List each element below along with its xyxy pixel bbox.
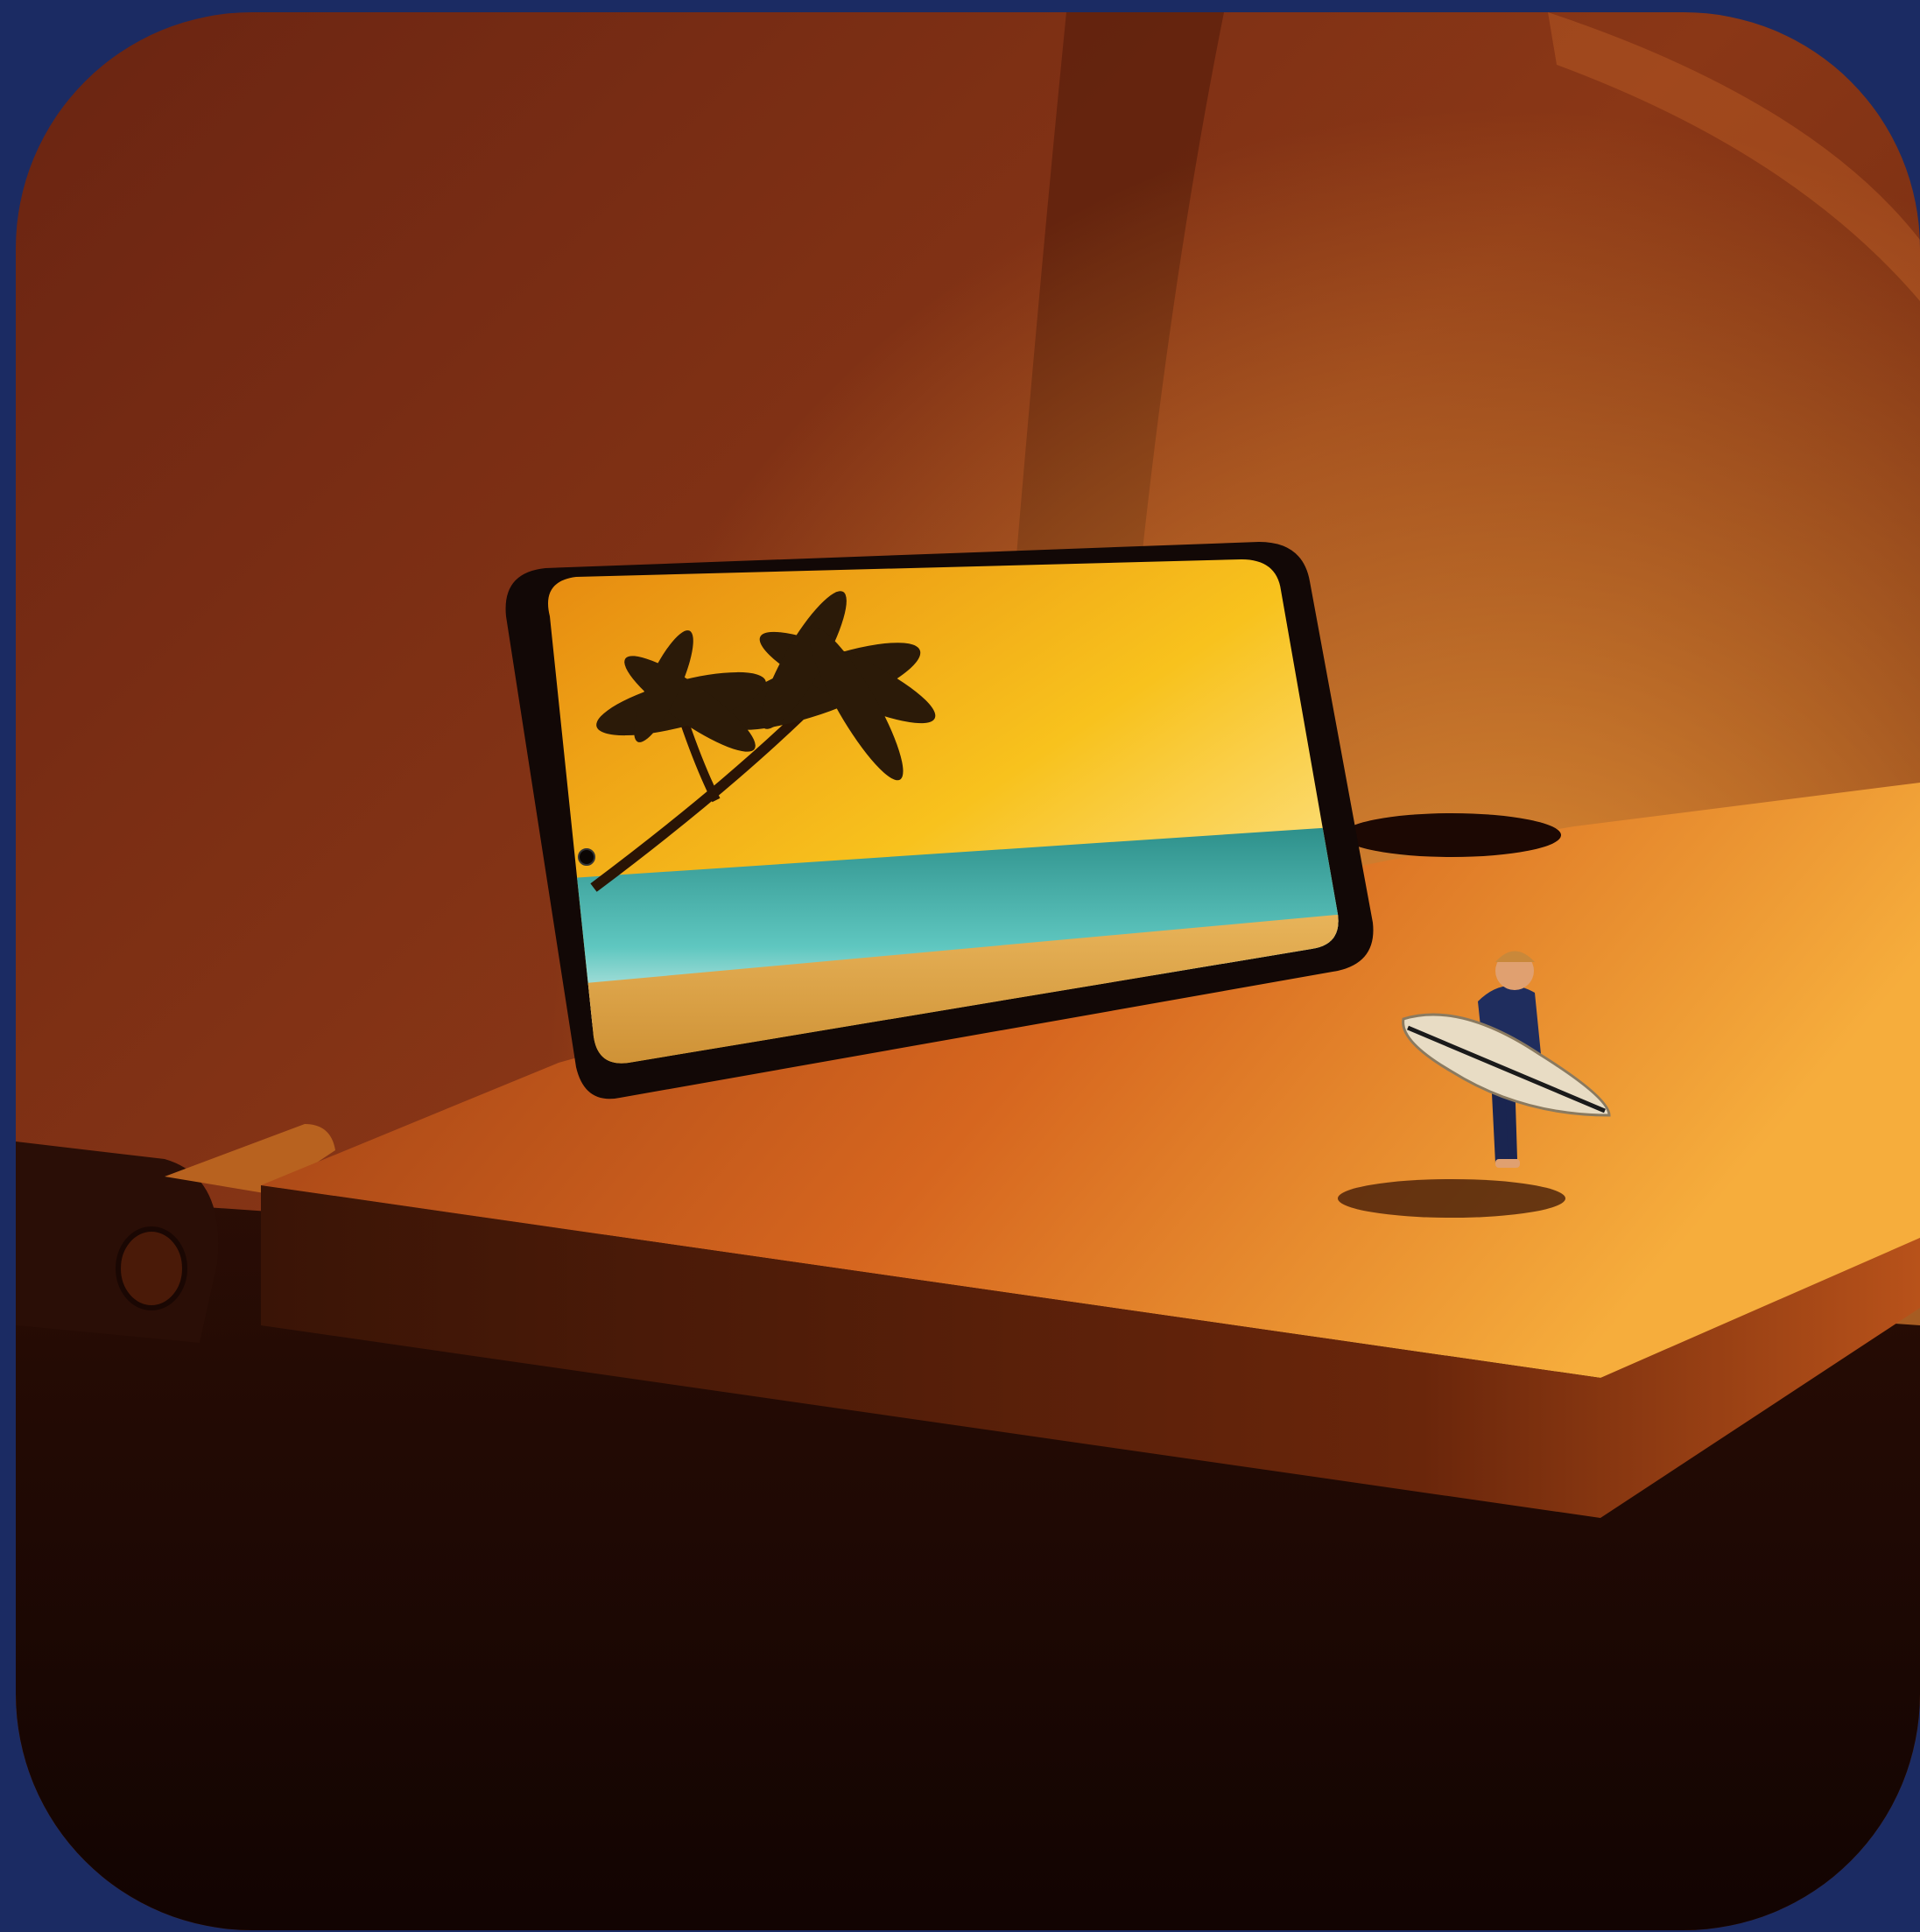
hinge-screw — [116, 1226, 187, 1310]
figurine-shadow — [1338, 1179, 1565, 1218]
cup-holder — [1342, 813, 1561, 857]
photo-card — [16, 12, 1920, 1930]
photo — [16, 12, 1920, 1930]
image-frame — [0, 0, 1920, 1932]
front-camera-icon — [578, 848, 595, 866]
